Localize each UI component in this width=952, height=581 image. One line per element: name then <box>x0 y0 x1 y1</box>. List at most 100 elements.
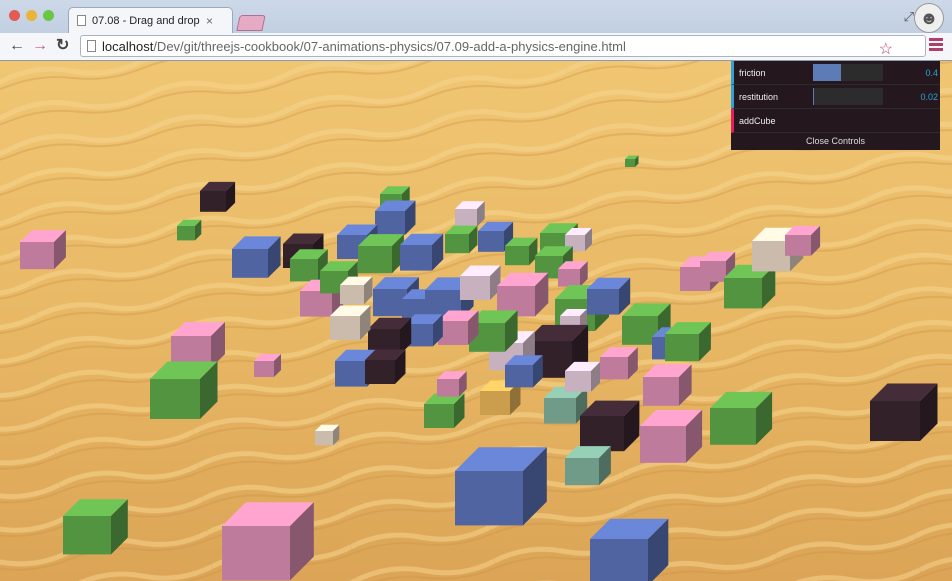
cube <box>455 447 547 526</box>
dat-gui-panel: friction 0.4 restitution 0.02 addCube Cl… <box>731 61 940 150</box>
cube-front <box>665 334 699 362</box>
cube <box>505 355 543 388</box>
cube <box>375 200 416 235</box>
cube-front <box>640 426 686 463</box>
cube-front <box>505 365 533 388</box>
browser-chrome: 07.08 - Drag and drop ob × ⤢ ☻ ← → ↻ loc… <box>0 0 952 61</box>
cube <box>590 518 669 581</box>
cube <box>580 400 640 452</box>
cube-front <box>752 241 790 272</box>
cube-front <box>330 316 360 340</box>
cube-front <box>700 261 726 282</box>
cube <box>358 234 404 274</box>
cube-front <box>580 416 624 452</box>
cube-front <box>365 360 395 384</box>
cube-front <box>177 226 195 241</box>
friction-value[interactable]: 0.4 <box>894 68 938 78</box>
cube-front <box>335 361 367 387</box>
new-tab-button[interactable] <box>236 15 266 31</box>
cube-front <box>300 291 332 317</box>
tab-close-icon[interactable]: × <box>206 14 213 28</box>
cube-front <box>373 289 407 317</box>
url-path: /Dev/git/threejs-cookbook/07-animations-… <box>153 38 626 54</box>
cube-front <box>437 379 459 397</box>
window-controls <box>9 10 54 21</box>
bookmark-star-icon[interactable]: ☆ <box>879 39 893 59</box>
restitution-label: restitution <box>739 92 779 102</box>
cube-front <box>232 249 268 278</box>
cube-front <box>455 471 523 526</box>
cube-front <box>625 159 635 167</box>
tab-title: 07.08 - Drag and drop ob <box>92 14 202 27</box>
friction-label: friction <box>739 68 766 78</box>
cube <box>315 424 340 446</box>
page-icon <box>77 15 86 26</box>
cube-front <box>480 391 510 415</box>
cube <box>665 322 711 362</box>
cube <box>177 219 202 241</box>
cube <box>200 181 236 212</box>
cube <box>565 446 611 486</box>
cube-front <box>400 245 432 271</box>
add-cube-button[interactable]: addCube <box>731 109 940 133</box>
restitution-slider[interactable] <box>813 88 883 105</box>
fullscreen-icon[interactable]: ⤢ <box>904 9 914 25</box>
cube-front <box>565 458 599 486</box>
back-button[interactable]: ← <box>9 37 25 55</box>
cube <box>222 502 314 581</box>
address-bar[interactable]: localhost/Dev/git/threejs-cookbook/07-an… <box>80 35 926 59</box>
cube <box>785 225 821 256</box>
cube-front <box>358 246 392 274</box>
cube-front <box>587 289 619 315</box>
cube <box>625 155 639 167</box>
cube-front <box>600 357 628 380</box>
cube <box>63 499 128 555</box>
cube <box>455 201 485 227</box>
cube <box>424 393 465 428</box>
forward-button[interactable]: → <box>32 37 48 55</box>
cube <box>254 354 281 377</box>
restitution-value[interactable]: 0.02 <box>894 92 938 102</box>
cube <box>437 371 467 397</box>
cube <box>340 276 373 305</box>
toolbar: ← → ↻ localhost/Dev/git/threejs-cookbook… <box>0 33 952 60</box>
cube <box>600 347 638 380</box>
cube <box>232 236 281 278</box>
close-window-button[interactable] <box>9 10 20 21</box>
minimize-window-button[interactable] <box>26 10 37 21</box>
close-controls-button[interactable]: Close Controls <box>731 133 940 150</box>
menu-icon[interactable] <box>929 38 943 53</box>
cube <box>438 310 479 345</box>
tab-active[interactable]: 07.08 - Drag and drop ob × <box>68 7 233 33</box>
cube-front <box>455 209 477 227</box>
cube <box>460 265 501 300</box>
restitution-row[interactable]: restitution 0.02 <box>731 85 940 109</box>
cube-front <box>63 516 111 555</box>
cube <box>497 272 549 317</box>
cube-front <box>222 526 290 581</box>
cube-front <box>710 408 756 445</box>
cube-front <box>478 231 504 252</box>
cube <box>558 261 588 287</box>
cube <box>400 233 444 271</box>
cube <box>20 230 66 270</box>
zoom-window-button[interactable] <box>43 10 54 21</box>
cube-front <box>565 371 591 392</box>
cube-front <box>200 191 226 212</box>
friction-row[interactable]: friction 0.4 <box>731 61 940 85</box>
page-icon <box>87 40 96 52</box>
reload-button[interactable]: ↻ <box>56 37 69 55</box>
friction-slider-fill <box>813 64 841 81</box>
profile-avatar-icon[interactable]: ☻ <box>914 3 944 33</box>
cube-front <box>340 285 364 305</box>
cube <box>587 277 631 315</box>
cube-front <box>505 246 529 266</box>
cube <box>565 361 601 392</box>
add-cube-label: addCube <box>739 116 776 126</box>
cube <box>150 361 218 419</box>
cube <box>445 225 478 254</box>
url-host: localhost <box>102 38 154 54</box>
friction-slider[interactable] <box>813 64 883 81</box>
cube-front <box>290 259 318 282</box>
cube <box>171 322 225 368</box>
